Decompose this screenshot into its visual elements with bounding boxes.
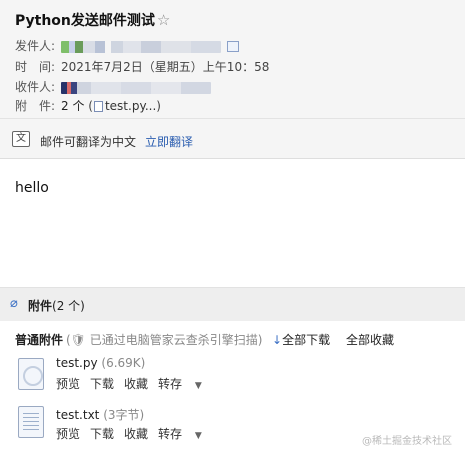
time-label: 时 间:	[15, 60, 56, 74]
attachment-summary-row: 附 件: 2 个 ( test.py...)	[15, 97, 161, 114]
attachment-summary-link[interactable]: test.py...	[105, 99, 156, 113]
virus-scan-note: (🛡 已通过电脑管家云查杀引擎扫描)	[66, 333, 263, 347]
time-value: 2021年7月2日（星期五）上午10：58	[61, 60, 270, 74]
file-size: (3字节)	[103, 408, 145, 422]
watermark: @稀土掘金技术社区	[362, 436, 452, 447]
forward-label: 转存	[158, 427, 183, 441]
file-actions: 预览 下载 收藏 转存 ▼	[56, 425, 222, 442]
chevron-down-icon: ▼	[192, 381, 202, 391]
chevron-down-icon: ▼	[192, 431, 202, 441]
mail-subject: Python发送邮件测试 ☆	[15, 10, 170, 30]
favorite-button[interactable]: 收藏	[124, 427, 148, 441]
download-arrow-icon: ↓	[272, 333, 283, 347]
attachment-open-paren: (	[88, 99, 93, 113]
file-name[interactable]: test.txt	[56, 408, 99, 422]
address-book-icon[interactable]	[227, 41, 239, 52]
download-button[interactable]: 下载	[90, 427, 114, 441]
sender-label: 发件人:	[15, 39, 56, 53]
recipient-label: 收件人:	[15, 80, 56, 94]
attachment-title-text: 附件	[28, 299, 53, 313]
recipient-row: 收件人:	[15, 78, 211, 95]
python-file-icon[interactable]	[18, 358, 44, 390]
sender-redacted	[61, 40, 221, 53]
mail-body: hello	[15, 180, 49, 196]
attachment-label: 附 件:	[15, 99, 56, 113]
subject-text: Python发送邮件测试	[15, 13, 155, 29]
preview-button[interactable]: 预览	[56, 427, 80, 441]
forward-button[interactable]: 转存 ▼	[158, 427, 212, 441]
forward-label: 转存	[158, 377, 183, 391]
download-button[interactable]: 下载	[90, 377, 114, 391]
paperclip-icon: ⌀	[10, 296, 18, 311]
time-row: 时 间: 2021年7月2日（星期五）上午10：58	[15, 58, 269, 75]
file-name[interactable]: test.py	[56, 356, 98, 370]
forward-button[interactable]: 转存 ▼	[158, 377, 212, 391]
document-icon	[93, 101, 103, 112]
attachment-section-title: 附件(2 个)	[28, 297, 85, 314]
attachment-count: 2 个	[61, 99, 85, 113]
download-all-button[interactable]: ↓全部下载	[272, 331, 330, 348]
star-icon[interactable]: ☆	[157, 11, 170, 29]
favorite-button[interactable]: 收藏	[124, 377, 148, 391]
favorite-all-button[interactable]: 全部收藏	[346, 331, 394, 348]
translate-now-link[interactable]: 立即翻译	[145, 133, 193, 150]
sender-row: 发件人:	[15, 37, 239, 54]
preview-button[interactable]: 预览	[56, 377, 80, 391]
download-all-label: 全部下载	[282, 333, 331, 347]
recipient-redacted	[61, 81, 211, 94]
translate-icon: 文	[12, 131, 30, 147]
file-actions: 预览 下载 收藏 转存 ▼	[56, 375, 222, 392]
file-item-name[interactable]: test.py (6.69K)	[56, 356, 145, 370]
translate-text: 邮件可翻译为中文	[40, 135, 137, 149]
normal-attachments-label: 普通附件	[15, 333, 64, 347]
attachment-close-paren: )	[156, 99, 161, 113]
text-file-icon[interactable]	[18, 406, 44, 438]
file-item-name[interactable]: test.txt (3字节)	[56, 406, 144, 423]
file-size: (6.69K)	[101, 356, 146, 370]
attachment-title-count: (2 个)	[52, 299, 85, 313]
